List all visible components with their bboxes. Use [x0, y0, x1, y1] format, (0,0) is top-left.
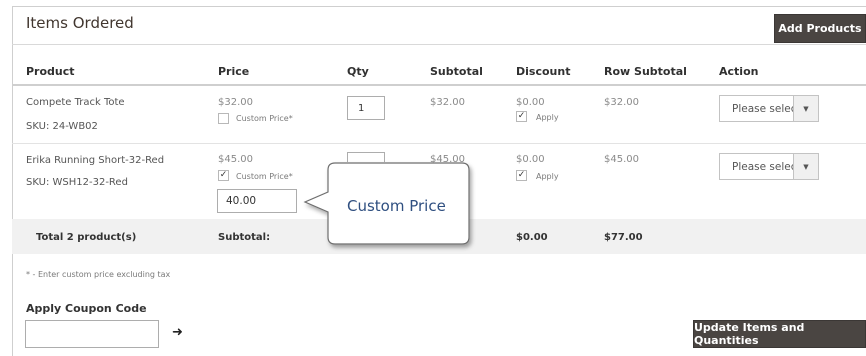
apply-discount-label: Apply [536, 172, 559, 181]
total-discount: $0.00 [516, 232, 548, 243]
add-products-button[interactable]: Add Products [774, 14, 866, 43]
row-subtotal: $32.00 [604, 97, 639, 108]
row-divider [12, 143, 866, 144]
column-header-price: Price [218, 65, 250, 78]
product-name: Erika Running Short-32-Red [26, 155, 165, 166]
discount-value: $0.00 [516, 97, 545, 108]
action-select-value: Please select [732, 102, 793, 115]
apply-coupon-arrow-icon[interactable]: ➜ [172, 325, 183, 340]
product-name: Compete Track Tote [26, 97, 125, 108]
coupon-code-input[interactable] [25, 320, 159, 348]
update-items-button[interactable]: Update Items and Quantities [693, 320, 866, 348]
total-products: Total 2 product(s) [36, 232, 137, 243]
apply-discount-checkbox[interactable]: ✓ [516, 111, 527, 122]
row-subtotal-before-discount: $32.00 [430, 97, 465, 108]
apply-discount-checkbox[interactable]: ✓ [516, 170, 527, 181]
product-price: $45.00 [218, 154, 253, 165]
checkmark-icon: ✓ [219, 170, 228, 180]
product-sku: SKU: WSH12-32-Red [26, 177, 128, 188]
column-header-qty: Qty [347, 65, 369, 78]
qty-input[interactable]: 1 [347, 96, 385, 120]
action-select-value: Please select [732, 160, 793, 173]
total-row-subtotal: $77.00 [604, 232, 643, 243]
custom-price-label: Custom Price* [236, 172, 293, 181]
custom-price-note: * - Enter custom price excluding tax [26, 270, 171, 279]
checkmark-icon: ✓ [517, 170, 526, 180]
chevron-down-icon[interactable]: ▼ [792, 96, 818, 121]
title-divider [12, 44, 866, 45]
header-divider [12, 84, 866, 86]
apply-discount-label: Apply [536, 113, 559, 122]
checkmark-icon: ✓ [517, 111, 526, 121]
total-subtotal-label: Subtotal: [218, 232, 271, 243]
column-header-action: Action [719, 65, 759, 78]
custom-price-checkbox[interactable] [218, 113, 229, 124]
coupon-label: Apply Coupon Code [26, 302, 147, 315]
product-sku: SKU: 24-WB02 [26, 121, 98, 132]
custom-price-input[interactable]: 40.00 [217, 189, 297, 213]
callout-text: Custom Price [347, 197, 446, 215]
column-header-product: Product [26, 65, 75, 78]
action-select[interactable]: Please select ▼ [719, 153, 819, 180]
custom-price-label: Custom Price* [236, 114, 293, 123]
row-subtotal: $45.00 [604, 154, 639, 165]
section-title: Items Ordered [26, 14, 134, 32]
action-select[interactable]: Please select ▼ [719, 95, 819, 122]
discount-value: $0.00 [516, 154, 545, 165]
product-price: $32.00 [218, 97, 253, 108]
column-header-row-subtotal: Row Subtotal [604, 65, 687, 78]
column-header-discount: Discount [516, 65, 571, 78]
column-header-subtotal: Subtotal [430, 65, 483, 78]
chevron-down-icon[interactable]: ▼ [792, 154, 818, 179]
custom-price-checkbox[interactable]: ✓ [218, 170, 229, 181]
